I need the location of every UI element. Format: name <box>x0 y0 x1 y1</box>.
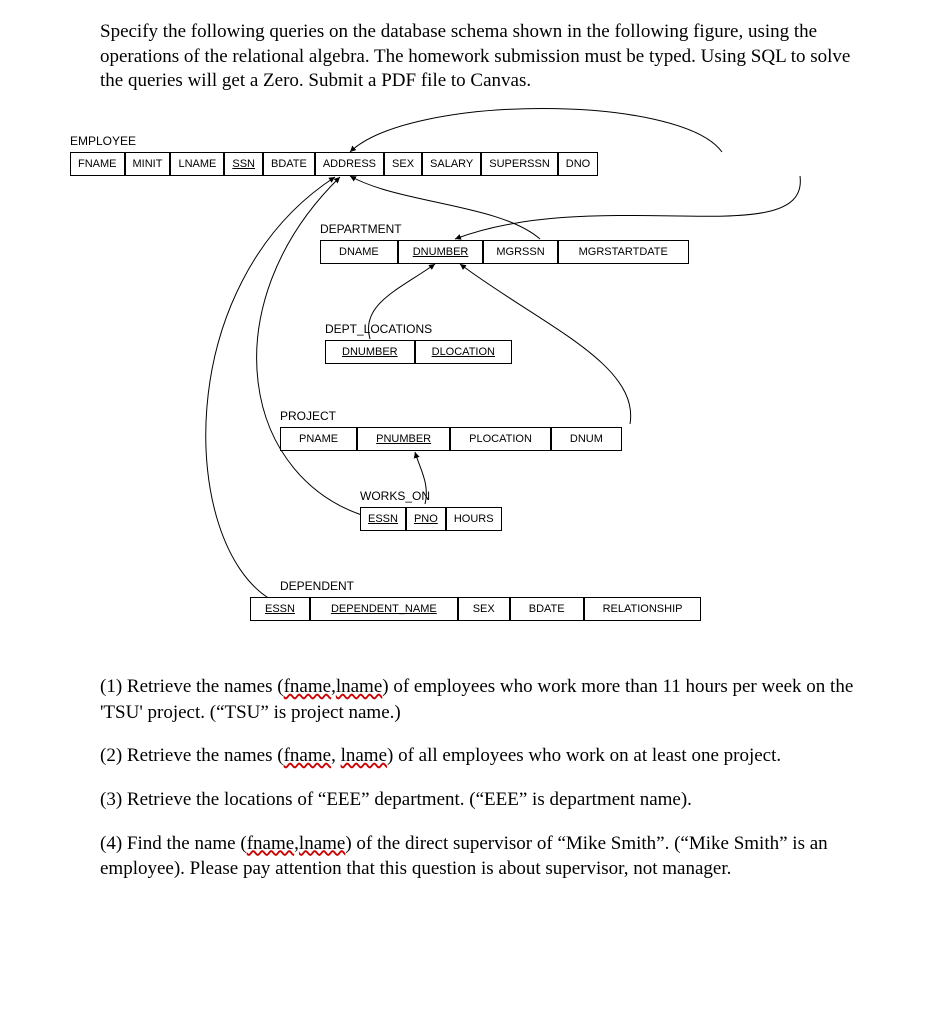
col-salary: SALARY <box>422 152 481 176</box>
workson-row: ESSN PNO HOURS <box>360 507 502 531</box>
col-pnumber: PNUMBER <box>357 427 450 451</box>
col-sex: SEX <box>384 152 422 176</box>
col-bdate: BDATE <box>263 152 315 176</box>
question-4: (4) Find the name (fname,lname) of the d… <box>100 831 860 882</box>
project-row: PNAME PNUMBER PLOCATION DNUM <box>280 427 622 451</box>
col-dlocation: DLOCATION <box>415 340 512 364</box>
col-fname: FNAME <box>70 152 125 176</box>
employee-row: FNAME MINIT LNAME SSN BDATE ADDRESS SEX … <box>70 152 598 176</box>
col-relationship: RELATIONSHIP <box>584 597 702 621</box>
question-1: (1) Retrieve the names (fname,lname) of … <box>100 674 860 725</box>
col-minit: MINIT <box>125 152 171 176</box>
dependent-row: ESSN DEPENDENT_NAME SEX BDATE RELATIONSH… <box>250 597 701 621</box>
employee-title: EMPLOYEE <box>70 134 136 148</box>
department-title: DEPARTMENT <box>320 222 402 236</box>
schema-diagram: EMPLOYEE FNAME MINIT LNAME SSN BDATE ADD… <box>40 104 820 644</box>
col-address: ADDRESS <box>315 152 384 176</box>
department-row: DNAME DNUMBER MGRSSN MGRSTARTDATE <box>320 240 689 264</box>
dependent-title: DEPENDENT <box>280 579 354 593</box>
col-dep-sex: SEX <box>458 597 510 621</box>
col-lname: LNAME <box>170 152 224 176</box>
col-pno: PNO <box>406 507 446 531</box>
col-dno: DNO <box>558 152 598 176</box>
project-title: PROJECT <box>280 409 336 423</box>
col-dependent-name: DEPENDENT_NAME <box>310 597 458 621</box>
questions-block: (1) Retrieve the names (fname,lname) of … <box>100 674 860 882</box>
col-dl-dnumber: DNUMBER <box>325 340 415 364</box>
col-superssn: SUPERSSN <box>481 152 558 176</box>
col-plocation: PLOCATION <box>450 427 551 451</box>
relationship-arrows <box>40 104 820 644</box>
col-dnum: DNUM <box>551 427 622 451</box>
col-pname: PNAME <box>280 427 357 451</box>
intro-text: Specify the following queries on the dat… <box>100 20 860 94</box>
workson-title: WORKS_ON <box>360 489 430 503</box>
col-wo-essn: ESSN <box>360 507 406 531</box>
col-ssn: SSN <box>224 152 263 176</box>
col-mgrstartdate: MGRSTARTDATE <box>558 240 689 264</box>
question-2: (2) Retrieve the names (fname, lname) of… <box>100 743 860 769</box>
col-dep-essn: ESSN <box>250 597 310 621</box>
col-dnumber: DNUMBER <box>398 240 484 264</box>
col-mgrssn: MGRSSN <box>483 240 557 264</box>
question-3: (3) Retrieve the locations of “EEE” depa… <box>100 787 860 813</box>
deptloc-row: DNUMBER DLOCATION <box>325 340 512 364</box>
deptloc-title: DEPT_LOCATIONS <box>325 322 432 336</box>
col-dep-bdate: BDATE <box>510 597 584 621</box>
col-dname: DNAME <box>320 240 398 264</box>
col-hours: HOURS <box>446 507 502 531</box>
